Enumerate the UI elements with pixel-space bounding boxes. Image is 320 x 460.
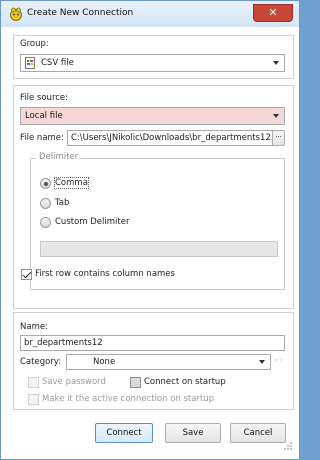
radio-tab-label[interactable]: Tab [55,198,69,208]
radio-custom-delimiter-label[interactable]: Custom Delimiter [55,217,129,227]
close-button[interactable]: ✕ [253,4,293,22]
radio-tab[interactable] [40,198,51,209]
custom-delimiter-input[interactable] [40,241,278,257]
group-label: Group: [20,39,49,49]
delimiter-legend: Delimiter [36,152,82,162]
group-panel: Group: CSV file [13,35,294,79]
file-source-value: Local file [25,111,63,121]
group-select[interactable]: CSV file [20,54,285,72]
category-label: Category: [20,357,62,367]
connect-on-startup-label[interactable]: Connect on startup [144,377,226,387]
group-value: CSV file [41,58,74,68]
connect-button[interactable]: Connect [95,423,153,443]
radio-comma[interactable] [40,178,51,189]
category-more-button[interactable]: ··· [274,356,282,366]
save-password-label[interactable]: Save password [42,377,106,387]
connection-panel: Name: br_departments12 Category: None ··… [13,312,294,410]
window-title: Create New Connection [27,8,134,18]
chevron-down-icon [273,61,279,65]
file-name-input[interactable]: C:\Users\JNikolic\Downloads\br_departmen… [67,130,273,146]
category-select[interactable]: None [66,354,271,370]
save-button[interactable]: Save [165,423,221,443]
file-source-label: File source: [20,93,69,103]
chevron-down-icon [259,360,265,364]
app-icon [10,7,22,21]
save-password-checkbox[interactable] [28,377,39,388]
radio-comma-label[interactable]: Comma [54,177,89,189]
file-name-label: File name: [20,133,64,143]
name-label: Name: [20,322,48,332]
connect-on-startup-checkbox[interactable] [130,377,141,388]
first-row-checkbox[interactable] [21,269,32,280]
browse-button[interactable]: ··· [272,130,285,146]
resize-grip-icon[interactable] [283,441,293,451]
dialog-window: Create New Connection ✕ Group: CSV file … [0,0,300,460]
title-bar[interactable]: Create New Connection ✕ [1,1,299,27]
csv-file-icon [25,57,35,69]
chevron-down-icon [273,114,279,118]
make-active-checkbox[interactable] [28,394,39,405]
cancel-button[interactable]: Cancel [230,423,286,443]
radio-custom-delimiter[interactable] [40,217,51,228]
first-row-label[interactable]: First row contains column names [35,269,175,279]
name-input[interactable]: br_departments12 [20,335,285,351]
make-active-label[interactable]: Make it the active connection on startup [42,394,214,404]
file-source-select[interactable]: Local file [20,107,285,125]
category-value: None [93,357,116,367]
dialog-body: Group: CSV file File source: Local file … [7,29,294,453]
